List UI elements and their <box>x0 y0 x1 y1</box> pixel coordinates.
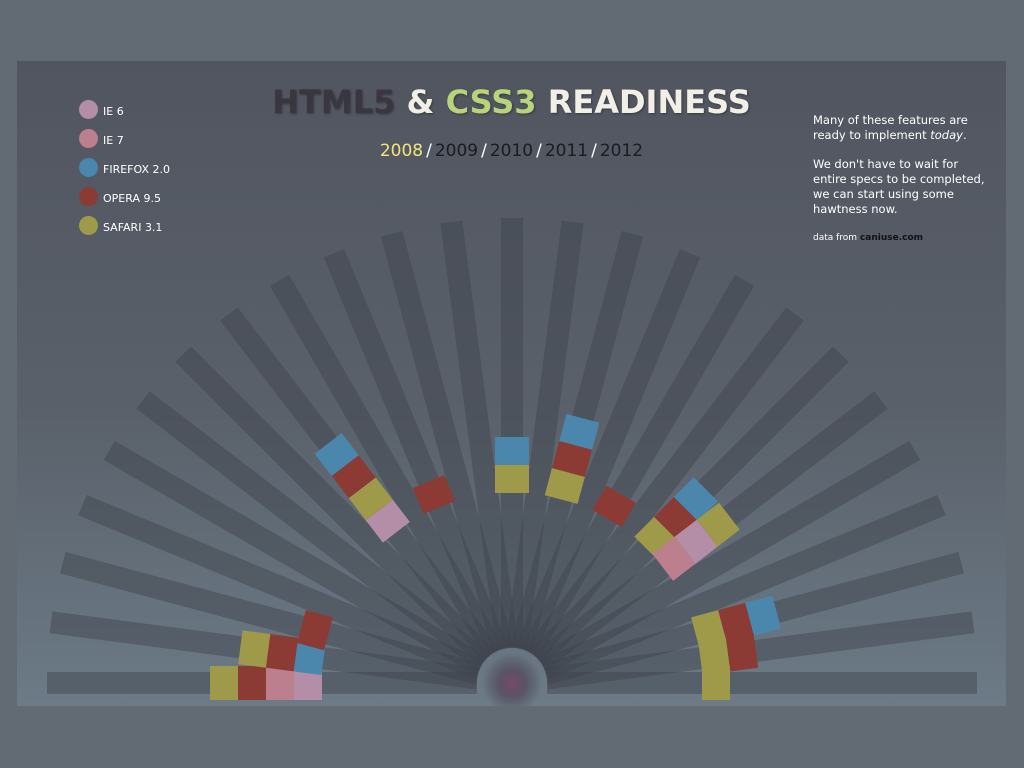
legend-dot-icon <box>79 100 98 119</box>
legend-label: OPERA 9.5 <box>103 192 161 205</box>
year-2011[interactable]: 2011 <box>545 141 588 161</box>
year-2009[interactable]: 2009 <box>435 141 478 161</box>
year-separator: / <box>426 141 432 161</box>
year-separator: / <box>536 141 542 161</box>
note-text-end: . <box>962 128 967 142</box>
year-2012[interactable]: 2012 <box>600 141 643 161</box>
legend-label: IE 6 <box>103 105 124 118</box>
legend-item: OPERA 9.5 <box>79 182 170 211</box>
legend-label: SAFARI 3.1 <box>103 221 163 234</box>
support-segment <box>495 465 529 493</box>
feature-support[interactable] <box>495 437 529 493</box>
data-source: data from caniuse.com <box>813 231 988 246</box>
year-separator: / <box>591 141 597 161</box>
chart-hub <box>482 653 542 706</box>
source-prefix: data from <box>813 233 860 243</box>
feature-ray-bar <box>547 672 977 694</box>
legend-dot-icon <box>79 216 98 235</box>
legend-dot-icon <box>79 129 98 148</box>
legend-dot-icon <box>79 158 98 177</box>
support-segment <box>210 666 238 700</box>
year-2010[interactable]: 2010 <box>490 141 533 161</box>
side-note: Many of these features are ready to impl… <box>813 113 988 246</box>
support-segment <box>495 437 529 465</box>
support-segment <box>266 666 294 700</box>
title-css3: CSS3 <box>445 83 537 121</box>
support-segment <box>265 634 299 672</box>
legend-item: SAFARI 3.1 <box>79 211 170 240</box>
legend-label: IE 7 <box>103 134 124 147</box>
note-paragraph-2: We don't have to wait for entire specs t… <box>813 157 985 216</box>
feature-support[interactable] <box>702 666 730 700</box>
chart-frame: HTML5 & CSS3 READINESS 2008/2009/2010/20… <box>17 61 1006 706</box>
legend-item: IE 6 <box>79 95 170 124</box>
title-html5: HTML5 <box>272 83 396 121</box>
legend-item: FIREFOX 2.0 <box>79 153 170 182</box>
year-separator: / <box>481 141 487 161</box>
browser-legend: IE 6 IE 7 FIREFOX 2.0 OPERA 9.5 SAFARI 3.1 <box>79 95 170 240</box>
legend-dot-icon <box>79 187 98 206</box>
title-readiness: READINESS <box>547 83 751 121</box>
legend-item: IE 7 <box>79 124 170 153</box>
year-2008[interactable]: 2008 <box>380 141 423 161</box>
support-segment <box>702 666 730 700</box>
source-link[interactable]: caniuse.com <box>860 233 923 243</box>
note-paragraph-1: Many of these features are ready to impl… <box>813 113 988 143</box>
note-emphasis: today <box>930 128 963 142</box>
support-segment <box>238 666 266 700</box>
title-ampersand: & <box>406 83 435 121</box>
legend-label: FIREFOX 2.0 <box>103 163 170 176</box>
support-segment <box>238 630 271 668</box>
support-segment <box>725 634 759 672</box>
feature-ray <box>547 672 977 694</box>
